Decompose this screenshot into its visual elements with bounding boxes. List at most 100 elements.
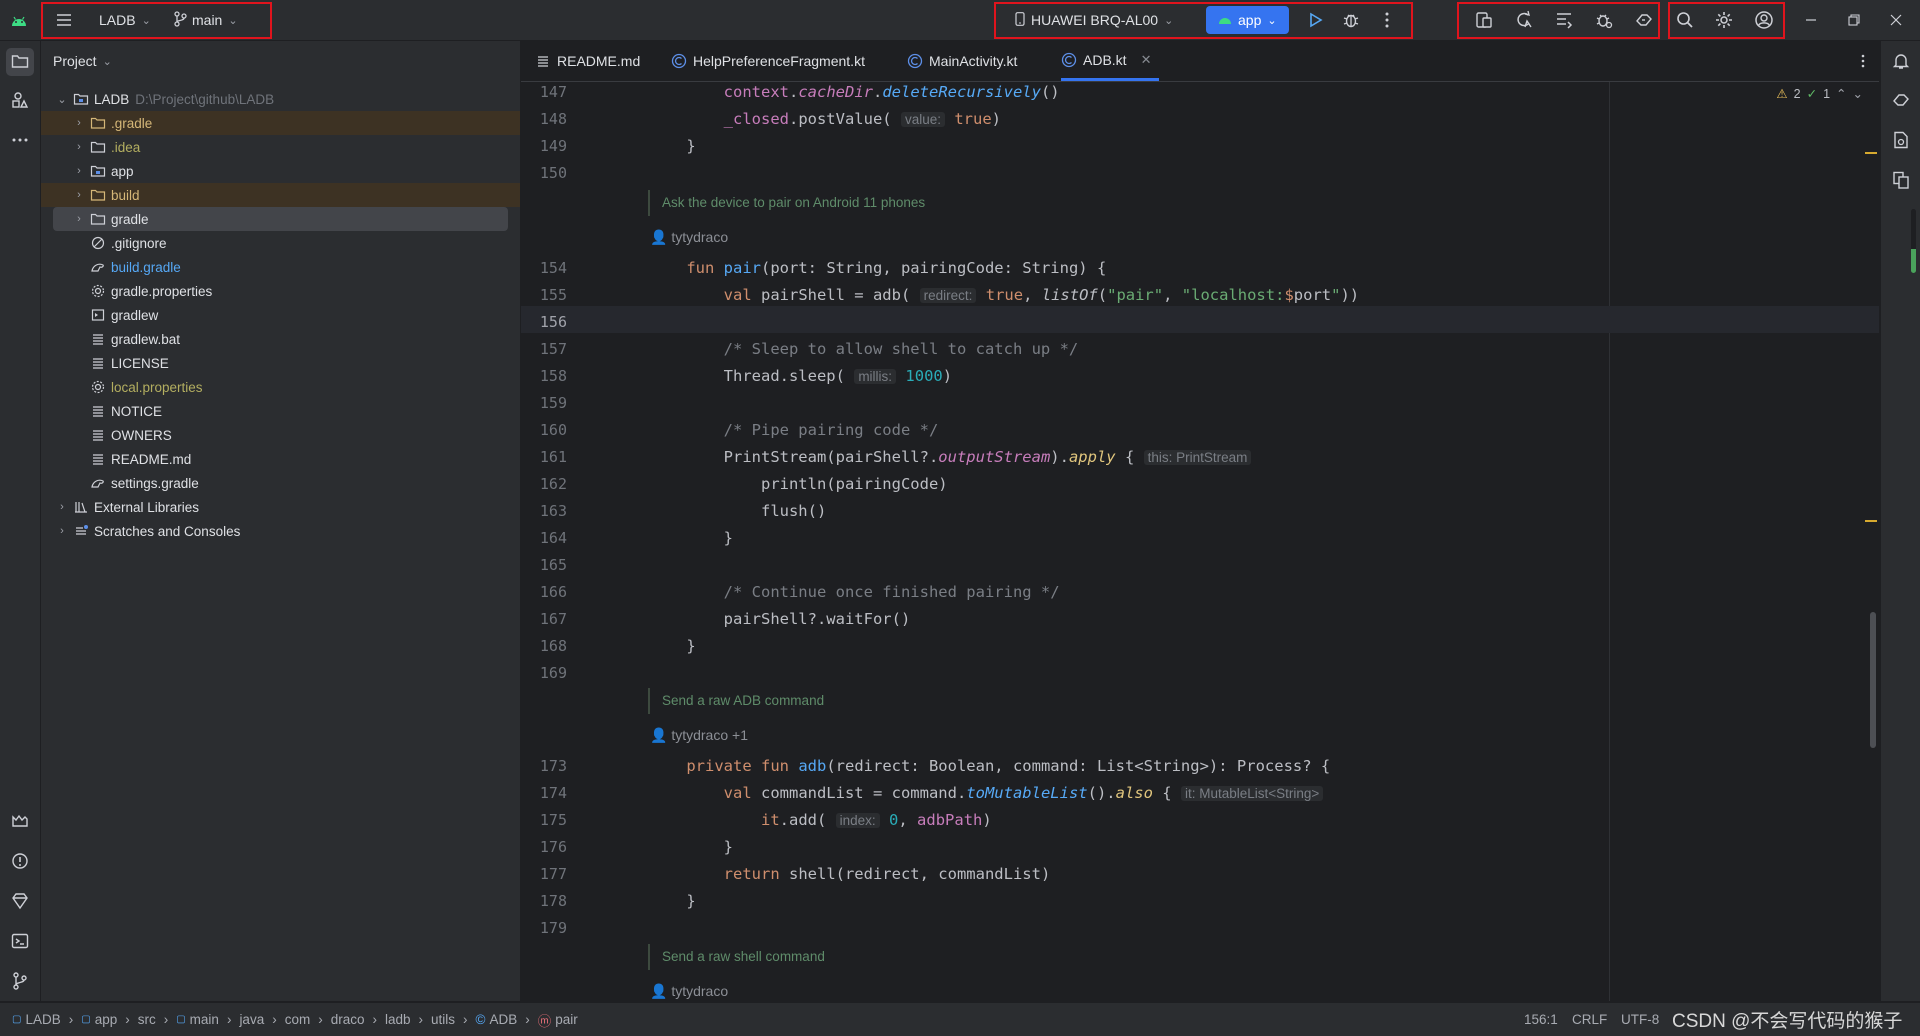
tree-item-owners[interactable]: OWNERS bbox=[53, 423, 508, 447]
project-tool-button[interactable] bbox=[6, 48, 34, 76]
breadcrumb-item[interactable]: LADB bbox=[25, 1012, 60, 1027]
tree-item-gradle-cache[interactable]: › .gradle bbox=[41, 111, 520, 135]
restore-button[interactable] bbox=[1840, 0, 1868, 40]
problems-button[interactable] bbox=[6, 848, 34, 876]
tree-item-build-gradle[interactable]: build.gradle bbox=[53, 255, 508, 279]
text-file-icon bbox=[90, 331, 106, 347]
memory-indicator[interactable] bbox=[1911, 209, 1916, 273]
project-view-selector[interactable]: Project ⌄ bbox=[53, 41, 112, 81]
line-number: 148 bbox=[539, 110, 567, 128]
search-button[interactable] bbox=[1671, 0, 1699, 40]
tab-adb[interactable]: ADB.kt ✕ bbox=[1061, 41, 1160, 81]
tree-item-gradle-properties[interactable]: gradle.properties bbox=[53, 279, 508, 303]
warning-marker[interactable] bbox=[1865, 520, 1877, 522]
line-number: 162 bbox=[539, 475, 567, 493]
tree-item-settings-gradle[interactable]: settings.gradle bbox=[53, 471, 508, 495]
tree-item-label: gradle.properties bbox=[111, 283, 213, 299]
code-line: } bbox=[649, 137, 696, 155]
run-button[interactable] bbox=[1301, 0, 1329, 40]
git-button[interactable] bbox=[6, 968, 34, 996]
bug-icon bbox=[1337, 6, 1365, 34]
param-hint: millis: bbox=[854, 369, 897, 384]
tab-main-activity[interactable]: MainActivity.kt bbox=[907, 41, 1017, 81]
tree-item-build[interactable]: › build bbox=[41, 183, 520, 207]
breadcrumb-item[interactable]: pair bbox=[555, 1012, 578, 1027]
warning-marker[interactable] bbox=[1865, 152, 1877, 154]
tree-item-label: README.md bbox=[111, 451, 192, 467]
device-file-explorer-button[interactable] bbox=[1887, 127, 1915, 155]
line-number: 160 bbox=[539, 421, 567, 439]
debug-button[interactable] bbox=[1337, 0, 1365, 40]
notifications-button[interactable] bbox=[1887, 48, 1915, 76]
line-separator[interactable]: CRLF bbox=[1572, 1003, 1607, 1036]
line-number: 155 bbox=[539, 286, 567, 304]
terminal-button[interactable] bbox=[6, 928, 34, 956]
inspection-widget[interactable]: ⚠ 2 ✓ 1 ⌃ ⌄ bbox=[1776, 86, 1863, 102]
code-editor[interactable]: ⚠ 2 ✓ 1 ⌃ ⌄ 147 148 149 150 154 155 156 15… bbox=[521, 82, 1879, 1001]
close-window-button[interactable] bbox=[1882, 0, 1910, 40]
more-actions-button[interactable] bbox=[1373, 0, 1401, 40]
tab-options-button[interactable] bbox=[1849, 41, 1877, 81]
breadcrumb-item[interactable]: utils bbox=[431, 1012, 455, 1027]
tab-help-preference-fragment[interactable]: HelpPreferenceFragment.kt bbox=[671, 41, 865, 81]
device-mirroring-button[interactable] bbox=[1630, 0, 1658, 40]
layout-inspector-button[interactable] bbox=[1550, 0, 1578, 40]
text-file-icon bbox=[90, 403, 106, 419]
chevron-right-icon: › bbox=[77, 189, 81, 201]
tree-item-scratches[interactable]: › Scratches and Consoles bbox=[53, 519, 508, 543]
running-devices-button[interactable] bbox=[1887, 87, 1915, 115]
breadcrumb-item[interactable]: draco bbox=[331, 1012, 365, 1027]
line-number: 176 bbox=[539, 838, 567, 856]
tree-item-app[interactable]: › app bbox=[53, 159, 508, 183]
vertical-scrollbar[interactable] bbox=[1870, 612, 1876, 748]
tree-item-gradle[interactable]: › gradle bbox=[53, 207, 508, 231]
tree-item-idea[interactable]: › .idea bbox=[53, 135, 508, 159]
logcat-button[interactable] bbox=[6, 808, 34, 836]
file-encoding[interactable]: UTF-8 bbox=[1621, 1003, 1659, 1036]
close-tab-icon[interactable]: ✕ bbox=[1141, 52, 1152, 68]
tree-item-local-properties[interactable]: local.properties bbox=[53, 375, 508, 399]
author-name: tytydraco bbox=[671, 229, 729, 245]
app-inspection-button[interactable] bbox=[1590, 0, 1618, 40]
tree-item-gitignore[interactable]: .gitignore bbox=[53, 231, 508, 255]
breadcrumb-item[interactable]: app bbox=[95, 1012, 118, 1027]
breadcrumb-item[interactable]: ADB bbox=[490, 1012, 518, 1027]
settings-button[interactable] bbox=[1710, 0, 1738, 40]
chevron-up-icon[interactable]: ⌃ bbox=[1836, 86, 1846, 101]
main-menu-button[interactable] bbox=[50, 0, 78, 40]
tree-item-notice[interactable]: NOTICE bbox=[53, 399, 508, 423]
device-selector[interactable]: HUAWEI BRQ-AL00 ⌄ bbox=[1015, 0, 1173, 40]
tree-item-license[interactable]: LICENSE bbox=[53, 351, 508, 375]
sync-gradle-button[interactable] bbox=[1510, 0, 1538, 40]
breadcrumb-item[interactable]: com bbox=[285, 1012, 311, 1027]
tree-item-external-libraries[interactable]: › External Libraries bbox=[53, 495, 508, 519]
run-config-selector[interactable]: app ⌄ bbox=[1206, 6, 1289, 34]
breadcrumb-item[interactable]: src bbox=[138, 1012, 156, 1027]
branch-switcher[interactable]: main ⌄ bbox=[173, 0, 238, 40]
chevron-down-icon[interactable]: ⌄ bbox=[1853, 86, 1863, 101]
project-switcher[interactable]: LADB ⌄ bbox=[99, 0, 151, 40]
code-line: it.add( index: 0, adbPath) bbox=[760, 811, 992, 829]
minimize-button[interactable] bbox=[1797, 0, 1825, 40]
tree-root-ladb[interactable]: ⌄ LADB D:\Project\github\LADB bbox=[53, 87, 508, 111]
device-manager-button[interactable] bbox=[1470, 0, 1498, 40]
breadcrumb-item[interactable]: ladb bbox=[385, 1012, 411, 1027]
tree-item-readme[interactable]: README.md bbox=[53, 447, 508, 471]
resource-manager-button[interactable] bbox=[6, 87, 34, 115]
tree-item-gradlew[interactable]: gradlew bbox=[53, 303, 508, 327]
chevron-down-icon: ⌄ bbox=[228, 14, 238, 27]
code-author: 👤 tytydraco bbox=[650, 229, 728, 246]
line-number: 147 bbox=[539, 83, 567, 101]
more-tools-button[interactable] bbox=[6, 127, 34, 155]
caret-position[interactable]: 156:1 bbox=[1524, 1003, 1558, 1036]
emulator-button[interactable] bbox=[1887, 167, 1915, 195]
doc-comment: Send a raw ADB command bbox=[648, 688, 824, 714]
device-name: HUAWEI BRQ-AL00 bbox=[1031, 12, 1159, 28]
account-button[interactable] bbox=[1750, 0, 1778, 40]
tree-item-gradlew-bat[interactable]: gradlew.bat bbox=[53, 327, 508, 351]
breadcrumb-item[interactable]: main bbox=[190, 1012, 219, 1027]
tab-readme[interactable]: README.md bbox=[535, 41, 640, 81]
code-line: return shell(redirect, commandList) bbox=[723, 865, 1051, 883]
breadcrumb-item[interactable]: java bbox=[239, 1012, 264, 1027]
app-quality-button[interactable] bbox=[6, 888, 34, 916]
